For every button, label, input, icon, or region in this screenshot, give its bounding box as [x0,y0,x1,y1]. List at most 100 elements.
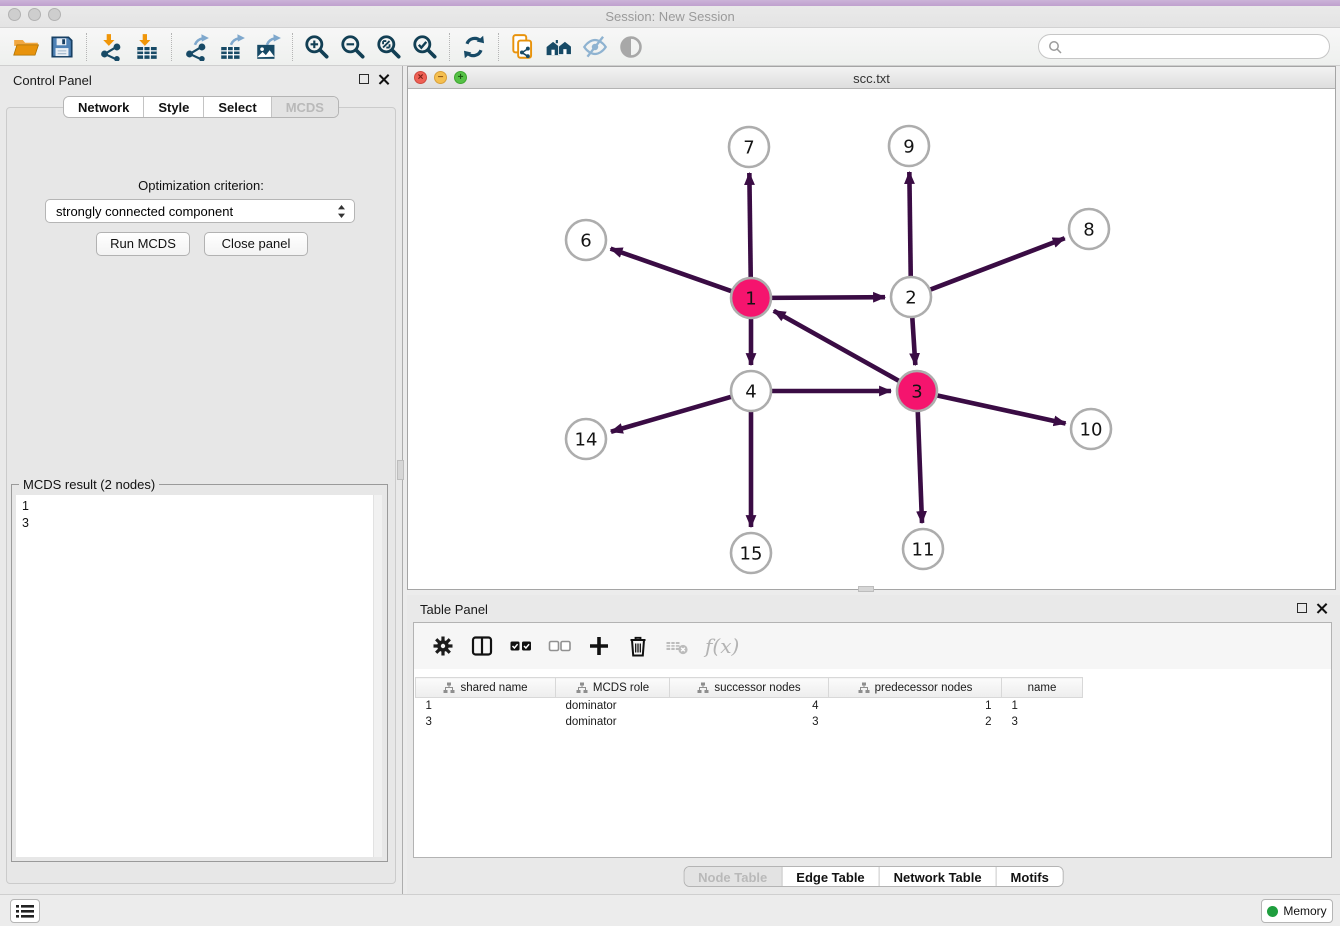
table-cell[interactable]: dominator [556,714,670,730]
graph-node-7[interactable]: 7 [729,127,769,167]
control-panel-title: Control Panel [13,73,92,88]
session-gallery-icon[interactable] [541,31,577,63]
table-cell[interactable]: 2 [829,714,1002,730]
graph-edge-3-11[interactable] [918,409,922,523]
svg-text:15: 15 [740,543,763,564]
table-cell[interactable]: 1 [829,698,1002,714]
refresh-layout-icon[interactable] [456,31,492,63]
zoom-selected-icon[interactable] [407,31,443,63]
table-cell[interactable]: 3 [1002,714,1083,730]
graph-node-8[interactable]: 8 [1069,209,1109,249]
tab-network-table[interactable]: Network Table [880,867,997,886]
column-header-name[interactable]: name [1002,678,1083,698]
memory-button[interactable]: Memory [1261,899,1333,923]
table-cell[interactable]: 3 [670,714,829,730]
close-panel-button[interactable]: Close panel [204,232,308,256]
column-header-shared-name[interactable]: shared name [416,678,556,698]
table-settings-icon[interactable] [428,631,458,661]
tab-select[interactable]: Select [204,97,271,117]
graph-node-2[interactable]: 2 [891,277,931,317]
show-panels-icon[interactable] [613,31,649,63]
graph-node-6[interactable]: 6 [566,220,606,260]
mcds-result-textarea[interactable]: 1 3 [16,495,382,857]
table-row[interactable]: 3dominator323 [416,714,1083,730]
app-titlebar: Session: New Session [0,0,1340,28]
table-cell[interactable]: 1 [416,698,556,714]
node-table[interactable]: shared name MCDS role successor nodes pr… [415,677,1083,730]
import-network-icon[interactable] [93,31,129,63]
column-header-successor-nodes[interactable]: successor nodes [670,678,829,698]
export-table-icon[interactable] [214,31,250,63]
import-table-icon[interactable] [129,31,165,63]
tab-network[interactable]: Network [64,97,144,117]
zoom-out-icon[interactable] [335,31,371,63]
delete-column-icon[interactable] [623,631,653,661]
graph-edge-2-9[interactable] [909,172,910,279]
tab-edge-table[interactable]: Edge Table [782,867,879,886]
close-panel-icon[interactable] [378,73,390,85]
task-history-button[interactable] [10,899,40,923]
deselect-all-icon[interactable] [545,631,575,661]
graph-edge-3-1[interactable] [774,311,902,382]
close-table-panel-icon[interactable] [1316,602,1328,614]
open-session-icon[interactable] [8,31,44,63]
export-network-icon[interactable] [178,31,214,63]
tab-node-table[interactable]: Node Table [684,867,782,886]
column-header-mcds-role[interactable]: MCDS role [556,678,670,698]
mcds-tab-content: Optimization criterion: strongly connect… [6,107,396,884]
table-cell[interactable]: dominator [556,698,670,714]
tab-motifs[interactable]: Motifs [997,867,1063,886]
graph-edge-2-3[interactable] [912,315,915,365]
run-mcds-button[interactable]: Run MCDS [96,232,190,256]
table-cell[interactable]: 4 [670,698,829,714]
add-column-icon[interactable] [584,631,614,661]
search-box[interactable] [1038,34,1330,59]
result-scrollbar[interactable] [373,495,382,857]
zoom-in-icon[interactable] [299,31,335,63]
window-splitter-handle[interactable] [858,586,874,592]
graph-node-10[interactable]: 10 [1071,409,1111,449]
graph-node-15[interactable]: 15 [731,533,771,573]
graph-edge-2-8[interactable] [928,238,1065,290]
network-window-titlebar[interactable]: × − + scc.txt [408,67,1335,89]
network-canvas[interactable]: 7 9 6 8 1 2 4 3 14 10 15 11 [408,89,1335,589]
graph-edge-1-7[interactable] [749,173,750,280]
table-panel-tabs: Node Table Edge Table Network Table Moti… [683,866,1064,887]
control-panel-header: Control Panel [0,66,402,94]
delete-table-icon[interactable] [662,631,692,661]
network-window-title: scc.txt [408,71,1335,86]
tab-mcds[interactable]: MCDS [272,97,338,117]
select-stepper-icon [337,204,346,219]
column-layout-icon[interactable] [467,631,497,661]
export-image-icon[interactable] [250,31,286,63]
graph-edge-3-10[interactable] [935,395,1066,424]
toolbar-separator [86,33,87,61]
graph-node-11[interactable]: 11 [903,529,943,569]
zoom-fit-icon[interactable] [371,31,407,63]
table-row[interactable]: 1dominator411 [416,698,1083,714]
select-all-icon[interactable] [506,631,536,661]
graph-edge-4-14[interactable] [611,396,734,432]
panel-splitter-handle[interactable] [397,460,404,480]
table-cell[interactable]: 1 [1002,698,1083,714]
tab-style[interactable]: Style [144,97,204,117]
graph-edge-1-6[interactable] [611,249,734,292]
graph-edge-1-2[interactable] [769,297,885,298]
function-builder-icon[interactable]: f(x) [705,634,739,658]
clone-network-icon[interactable] [505,31,541,63]
graph-node-1[interactable]: 1 [731,278,771,318]
column-header-predecessor-nodes[interactable]: predecessor nodes [829,678,1002,698]
table-cell[interactable]: 3 [416,714,556,730]
search-input[interactable] [1067,39,1320,54]
float-table-panel-icon[interactable] [1297,603,1307,613]
toolbar-separator [498,33,499,61]
graph-node-9[interactable]: 9 [889,126,929,166]
float-panel-icon[interactable] [359,74,369,84]
graph-node-4[interactable]: 4 [731,371,771,411]
optimization-criterion-select[interactable]: strongly connected component [45,199,355,223]
graph-node-3[interactable]: 3 [897,371,937,411]
graph-node-14[interactable]: 14 [566,419,606,459]
hide-panels-icon[interactable] [577,31,613,63]
save-session-icon[interactable] [44,31,80,63]
flow-icon [576,682,588,694]
